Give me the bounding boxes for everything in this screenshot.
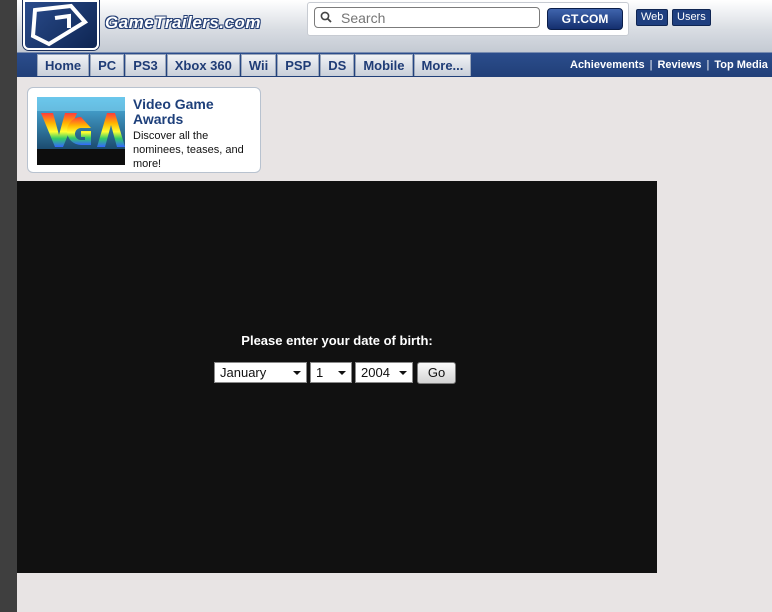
birth-day-value: 1 bbox=[316, 365, 324, 380]
tab-home[interactable]: Home bbox=[37, 54, 90, 76]
search-input[interactable] bbox=[314, 7, 540, 28]
window-left-strip bbox=[0, 0, 17, 612]
search-scope-users[interactable]: Users bbox=[672, 9, 711, 26]
logo-glyph-icon bbox=[30, 3, 89, 47]
link-separator: | bbox=[649, 59, 653, 71]
dob-prompt: Please enter your date of birth: bbox=[241, 333, 433, 348]
brand-wordmark[interactable]: GameTrailers.com bbox=[105, 13, 261, 33]
tab-more[interactable]: More... bbox=[413, 54, 472, 76]
search-icon bbox=[320, 11, 332, 23]
tab-ds[interactable]: DS bbox=[320, 54, 355, 76]
gametrailers-logo[interactable] bbox=[23, 0, 99, 50]
video-player: Please enter your date of birth: January… bbox=[17, 181, 657, 573]
promo-description: Discover all the nominees, teases, and m… bbox=[133, 130, 244, 170]
link-reviews[interactable]: Reviews bbox=[657, 59, 701, 71]
tab-psp[interactable]: PSP bbox=[277, 54, 320, 76]
vga-logo-image bbox=[37, 97, 125, 165]
vga-promo-card[interactable]: Video Game Awards Discover all the nomin… bbox=[27, 87, 261, 173]
birth-day-select[interactable]: 1 bbox=[310, 362, 352, 383]
top-links: Achievements | Reviews | Top Media bbox=[570, 59, 768, 71]
link-achievements[interactable]: Achievements bbox=[570, 59, 645, 71]
chevron-down-icon bbox=[399, 371, 407, 375]
tab-pc[interactable]: PC bbox=[90, 54, 125, 76]
search-scope-web[interactable]: Web bbox=[636, 9, 669, 26]
tab-xbox-360[interactable]: Xbox 360 bbox=[166, 54, 240, 76]
tab-ps3[interactable]: PS3 bbox=[125, 54, 166, 76]
site-header: GameTrailers.com GT.COM Web Users Home P… bbox=[17, 0, 772, 77]
chevron-down-icon bbox=[338, 371, 346, 375]
birth-year-value: 2004 bbox=[361, 365, 390, 380]
link-top-media[interactable]: Top Media bbox=[714, 59, 768, 71]
gt-search-button[interactable]: GT.COM bbox=[547, 8, 623, 30]
platform-tabs: Home PC PS3 Xbox 360 Wii PSP DS Mobile M… bbox=[37, 54, 472, 77]
vga-thumbnail[interactable] bbox=[37, 97, 125, 165]
birth-month-select[interactable]: January bbox=[214, 362, 307, 383]
link-separator: | bbox=[706, 59, 710, 71]
birth-month-value: January bbox=[220, 365, 267, 380]
search-box: GT.COM bbox=[307, 2, 629, 36]
tab-mobile[interactable]: Mobile bbox=[355, 54, 413, 76]
tab-wii[interactable]: Wii bbox=[240, 54, 277, 76]
go-button[interactable]: Go bbox=[417, 362, 456, 384]
chevron-down-icon bbox=[293, 371, 301, 375]
promo-title[interactable]: Video Game Awards bbox=[133, 97, 253, 127]
birth-year-select[interactable]: 2004 bbox=[355, 362, 413, 383]
